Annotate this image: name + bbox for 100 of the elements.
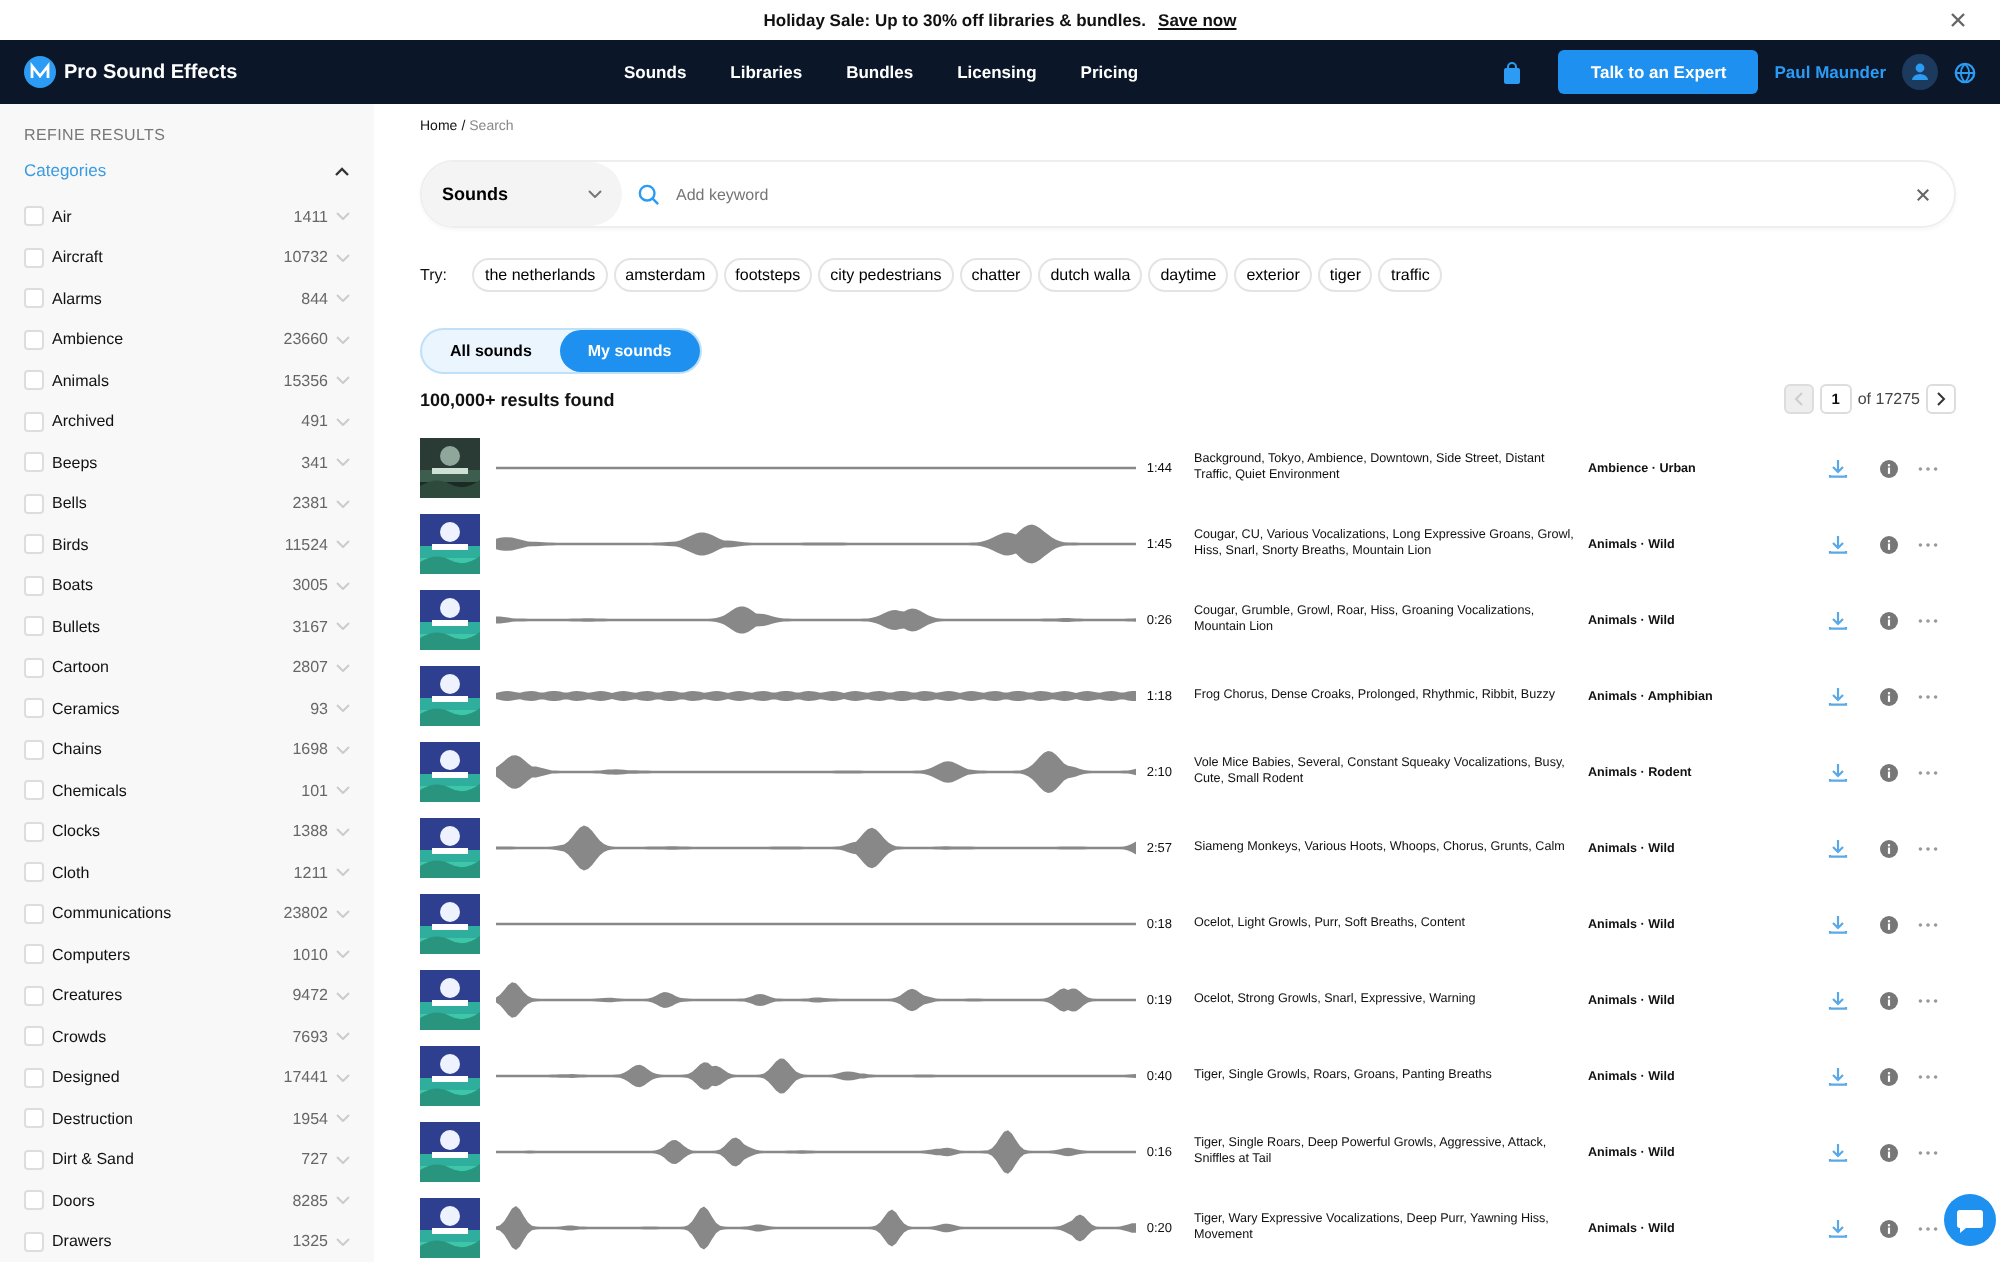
- bag-icon[interactable]: [1502, 61, 1523, 83]
- category-label[interactable]: Aircraft: [52, 248, 284, 267]
- download-icon[interactable]: [1828, 914, 1848, 934]
- category-checkbox[interactable]: [24, 616, 44, 637]
- globe-icon[interactable]: [1954, 61, 1976, 83]
- category-label[interactable]: Ceramics: [52, 699, 311, 718]
- next-page-button[interactable]: [1926, 384, 1956, 414]
- download-icon[interactable]: [1828, 534, 1848, 554]
- suggestion-chip[interactable]: daytime: [1148, 258, 1229, 292]
- category-label[interactable]: Clocks: [52, 822, 293, 841]
- download-icon[interactable]: [1828, 1066, 1848, 1086]
- suggestion-chip[interactable]: dutch walla: [1038, 258, 1143, 292]
- category-checkbox[interactable]: [24, 493, 44, 514]
- category-checkbox[interactable]: [24, 985, 44, 1006]
- category-label[interactable]: Archived: [52, 412, 302, 431]
- more-options-icon[interactable]: [1918, 769, 1938, 775]
- category-checkbox[interactable]: [24, 411, 44, 432]
- category-checkbox[interactable]: [24, 575, 44, 596]
- suggestion-chip[interactable]: the netherlands: [472, 258, 608, 292]
- category-checkbox[interactable]: [24, 698, 44, 719]
- category-checkbox[interactable]: [24, 862, 44, 883]
- chat-button[interactable]: [1944, 1194, 1996, 1246]
- category-label[interactable]: Communications: [52, 904, 284, 923]
- category-label[interactable]: Drawers: [52, 1232, 293, 1251]
- search-field[interactable]: Sounds Add keyword: [420, 160, 1956, 228]
- category-label[interactable]: Bullets: [52, 617, 293, 636]
- suggestion-chip[interactable]: traffic: [1378, 258, 1442, 292]
- info-icon[interactable]: [1880, 611, 1898, 629]
- category-label[interactable]: Designed: [52, 1068, 284, 1087]
- nav-link[interactable]: Sounds: [624, 62, 687, 82]
- category-checkbox[interactable]: [24, 657, 44, 678]
- category-checkbox[interactable]: [24, 206, 44, 227]
- download-icon[interactable]: [1828, 686, 1848, 706]
- category-label[interactable]: Air: [52, 207, 294, 226]
- category-checkbox[interactable]: [24, 739, 44, 760]
- category-checkbox[interactable]: [24, 1026, 44, 1047]
- category-label[interactable]: Doors: [52, 1191, 293, 1210]
- download-icon[interactable]: [1828, 458, 1848, 478]
- close-icon[interactable]: [1950, 12, 1966, 28]
- info-icon[interactable]: [1880, 1143, 1898, 1161]
- more-options-icon[interactable]: [1918, 921, 1938, 927]
- info-icon[interactable]: [1880, 1219, 1898, 1237]
- info-icon[interactable]: [1880, 459, 1898, 477]
- download-icon[interactable]: [1828, 1218, 1848, 1238]
- category-checkbox[interactable]: [24, 329, 44, 350]
- nav-link[interactable]: Libraries: [730, 62, 803, 82]
- suggestion-chip[interactable]: amsterdam: [613, 258, 718, 292]
- category-checkbox[interactable]: [24, 780, 44, 801]
- suggestion-chip[interactable]: city pedestrians: [818, 258, 954, 292]
- category-checkbox[interactable]: [24, 1231, 44, 1252]
- category-label[interactable]: Computers: [52, 945, 293, 964]
- category-checkbox[interactable]: [24, 1149, 44, 1170]
- category-checkbox[interactable]: [24, 1067, 44, 1088]
- category-label[interactable]: Creatures: [52, 986, 293, 1005]
- more-options-icon[interactable]: [1918, 1149, 1938, 1155]
- category-label[interactable]: Cloth: [52, 863, 294, 882]
- more-options-icon[interactable]: [1918, 1073, 1938, 1079]
- download-icon[interactable]: [1828, 838, 1848, 858]
- category-checkbox[interactable]: [24, 1108, 44, 1129]
- category-checkbox[interactable]: [24, 452, 44, 473]
- nav-link[interactable]: Pricing: [1080, 62, 1139, 82]
- info-icon[interactable]: [1880, 1067, 1898, 1085]
- category-checkbox[interactable]: [24, 1190, 44, 1211]
- category-checkbox[interactable]: [24, 903, 44, 924]
- user-name-link[interactable]: Paul Maunder: [1774, 62, 1886, 82]
- save-now-link[interactable]: Save now: [1158, 10, 1237, 30]
- category-label[interactable]: Beeps: [52, 453, 302, 472]
- chevron-icon[interactable]: [334, 165, 350, 175]
- category-label[interactable]: Boats: [52, 576, 293, 595]
- download-icon[interactable]: [1828, 762, 1848, 782]
- category-label[interactable]: Ambience: [52, 330, 284, 349]
- category-checkbox[interactable]: [24, 288, 44, 309]
- info-icon[interactable]: [1880, 535, 1898, 553]
- category-label[interactable]: Animals: [52, 371, 284, 390]
- more-options-icon[interactable]: [1918, 617, 1938, 623]
- download-icon[interactable]: [1828, 1142, 1848, 1162]
- suggestion-chip[interactable]: footsteps: [723, 258, 813, 292]
- category-checkbox[interactable]: [24, 247, 44, 268]
- suggestion-chip[interactable]: chatter: [959, 258, 1033, 292]
- more-options-icon[interactable]: [1918, 693, 1938, 699]
- info-icon[interactable]: [1880, 991, 1898, 1009]
- chevron-left-icon[interactable]: [1793, 392, 1804, 406]
- user-avatar-icon[interactable]: [1902, 54, 1938, 90]
- previous-page-button[interactable]: [1783, 384, 1814, 414]
- download-icon[interactable]: [1828, 610, 1848, 630]
- suggestion-chip[interactable]: tiger: [1317, 258, 1373, 292]
- info-icon[interactable]: [1880, 687, 1898, 705]
- download-icon[interactable]: [1828, 990, 1848, 1010]
- info-icon[interactable]: [1880, 763, 1898, 781]
- category-label[interactable]: Alarms: [52, 289, 302, 308]
- category-label[interactable]: Destruction: [52, 1109, 293, 1128]
- more-options-icon[interactable]: [1918, 541, 1938, 547]
- clear-icon[interactable]: [1916, 187, 1930, 201]
- nav-link[interactable]: Bundles: [846, 62, 914, 82]
- category-checkbox[interactable]: [24, 370, 44, 391]
- sound-type-dropdown[interactable]: Sounds: [422, 162, 622, 226]
- info-icon[interactable]: [1880, 839, 1898, 857]
- category-label[interactable]: Bells: [52, 494, 293, 513]
- logo-icon[interactable]: [24, 56, 56, 88]
- category-label[interactable]: Cartoon: [52, 658, 293, 677]
